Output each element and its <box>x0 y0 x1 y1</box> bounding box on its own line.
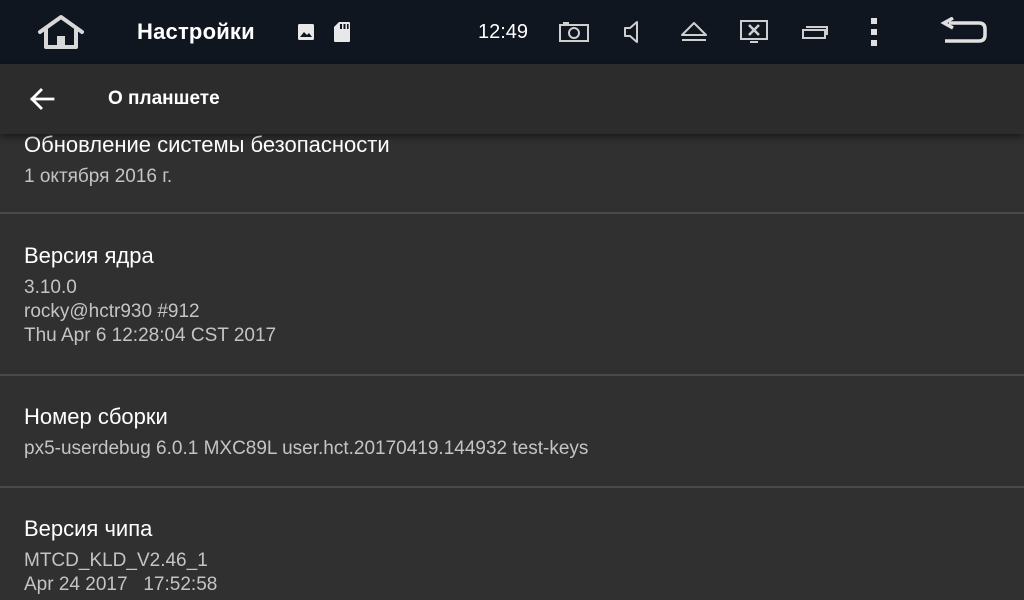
pref-title: Версия ядра <box>24 243 154 268</box>
volume-icon[interactable] <box>620 0 646 64</box>
pref-title: Номер сборки <box>24 404 168 429</box>
preference-list: Обновление системы безопасности 1 октябр… <box>0 134 1024 600</box>
page-title: О планшете <box>108 88 220 109</box>
pref-security-update[interactable]: Обновление системы безопасности 1 октябр… <box>0 134 1024 214</box>
arrow-back-icon[interactable] <box>22 79 62 119</box>
eject-icon[interactable] <box>678 0 710 64</box>
sd-card-icon <box>332 0 352 64</box>
pref-summary: MTCD_KLD_V2.46_1 Apr 24 2017 17:52:58 <box>24 550 218 595</box>
pref-summary: 1 октября 2016 г. <box>24 166 173 187</box>
pref-summary: 3.10.0 rocky@hctr930 #912 Thu Apr 6 12:2… <box>24 277 277 346</box>
pref-build-number[interactable]: Номер сборки px5-userdebug 6.0.1 MXC89L … <box>0 376 1024 488</box>
pref-title: Версия чипа <box>24 516 153 541</box>
pref-kernel-version[interactable]: Версия ядра 3.10.0 rocky@hctr930 #912 Th… <box>0 214 1024 376</box>
more-vert-icon[interactable] <box>866 0 882 64</box>
back-icon[interactable] <box>938 0 990 64</box>
pref-chip-version[interactable]: Версия чипа MTCD_KLD_V2.46_1 Apr 24 2017… <box>0 488 1024 600</box>
toolbar: О планшете <box>0 64 1024 134</box>
pref-summary: px5-userdebug 6.0.1 MXC89L user.hct.2017… <box>24 438 589 459</box>
screenshot-icon[interactable] <box>556 0 592 64</box>
windows-icon[interactable] <box>800 0 830 64</box>
status-bar: Настройки 12:49 <box>0 0 1024 64</box>
gallery-icon <box>296 0 316 64</box>
statusbar-title: Настройки <box>137 19 255 44</box>
home-icon[interactable] <box>34 0 88 64</box>
pref-title: Обновление системы безопасности <box>24 134 390 157</box>
clock: 12:49 <box>478 20 529 43</box>
close-screen-icon[interactable] <box>738 0 770 64</box>
